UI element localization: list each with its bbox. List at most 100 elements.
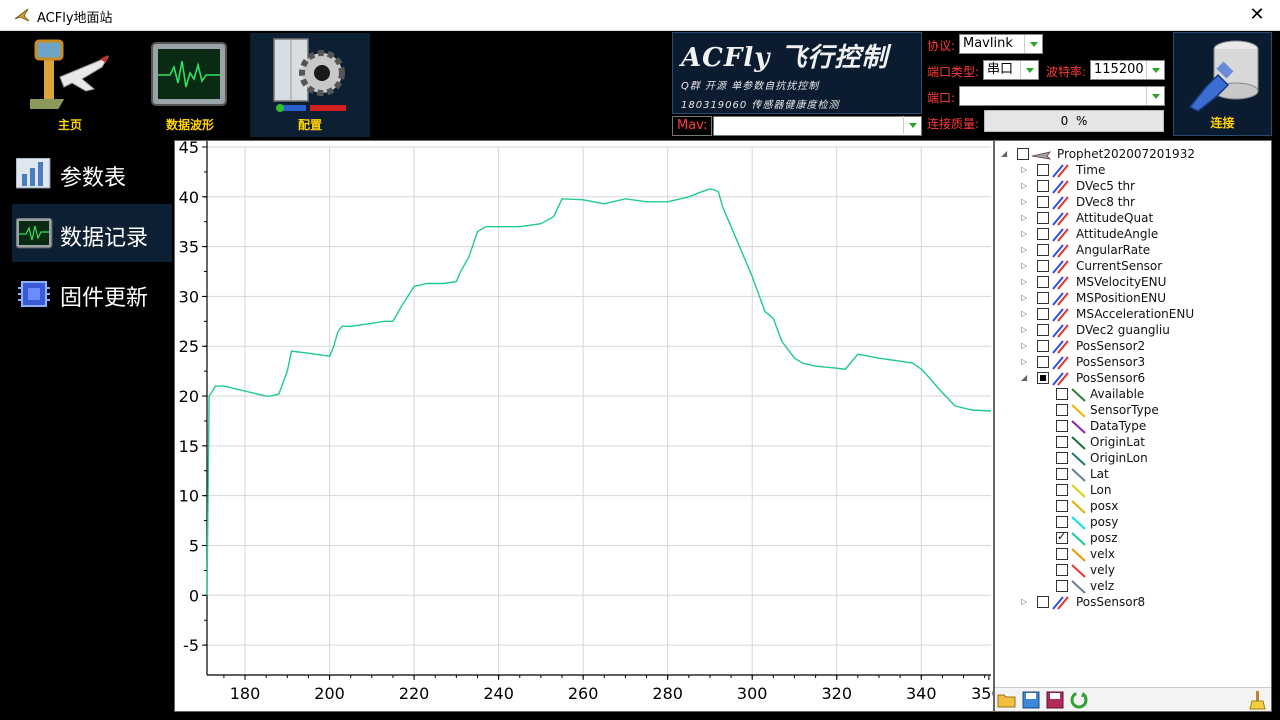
port-type-select[interactable]: 串口 (983, 60, 1039, 80)
tree-channel[interactable]: SensorType (995, 403, 1265, 419)
connect-button[interactable]: 连接 (1173, 32, 1272, 136)
tree-checkbox[interactable] (1017, 148, 1029, 160)
tree-checkbox[interactable] (1037, 260, 1049, 272)
tree-group[interactable]: ▷ PosSensor8 (995, 595, 1265, 611)
tree-group[interactable]: ▷ MSVelocityENU (995, 275, 1265, 291)
tree-channel[interactable]: posy (995, 515, 1265, 531)
tree-checkbox[interactable] (1037, 228, 1049, 240)
tree-checkbox[interactable] (1056, 404, 1068, 416)
tree-checkbox[interactable] (1037, 164, 1049, 176)
tree-checkbox[interactable] (1056, 436, 1068, 448)
tree-group[interactable]: ▷ Time (995, 163, 1265, 179)
expand-arrow-icon[interactable]: ▷ (1021, 310, 1029, 318)
tree-channel[interactable]: posz (995, 530, 1265, 547)
channel-group-icon (1052, 244, 1069, 258)
nav-waveform-button[interactable]: 数据波形 (130, 33, 250, 137)
expand-arrow-icon[interactable]: ▷ (1021, 166, 1029, 174)
tree-channel[interactable]: Available (995, 387, 1265, 403)
tree-group[interactable]: ▷ DVec2 guangliu (995, 323, 1265, 339)
tree-checkbox[interactable] (1037, 180, 1049, 192)
tree-group[interactable]: ▷ MSPositionENU (995, 291, 1265, 307)
chart-panel[interactable]: 45 40 35 30 25 20 15 10 5 0 -5 180 200 220 240 260 280 30… (174, 138, 1007, 712)
refresh-icon[interactable] (1069, 690, 1089, 710)
expand-arrow-icon[interactable]: ▷ (1021, 214, 1029, 222)
tree-checkbox[interactable] (1037, 356, 1049, 368)
param-table-icon (16, 158, 51, 189)
tree-checkbox[interactable] (1056, 420, 1068, 432)
tree-group[interactable]: ▷ DVec8 thr (995, 195, 1265, 211)
tree-checkbox[interactable] (1056, 580, 1068, 592)
tree-checkbox[interactable] (1056, 500, 1068, 512)
sidebar-item-firmware[interactable]: 固件更新 (12, 264, 172, 322)
tree-checkbox[interactable] (1056, 452, 1068, 464)
expand-arrow-icon[interactable]: ▷ (1021, 278, 1029, 286)
save-as-icon[interactable] (1045, 690, 1065, 710)
tree-group[interactable]: ▷ MSAccelerationENU (995, 307, 1265, 323)
expand-arrow-icon[interactable]: ▷ (1021, 326, 1029, 334)
window-title: ACFly地面站 (37, 11, 113, 26)
tree-checkbox[interactable] (1056, 516, 1068, 528)
tree-checkbox[interactable] (1056, 468, 1068, 480)
y-tick-label: 35 (179, 238, 199, 257)
expand-arrow-icon[interactable]: ▷ (1021, 198, 1029, 206)
tree-channel[interactable]: DataType (995, 419, 1265, 435)
expand-arrow-icon[interactable]: ▷ (1021, 230, 1029, 238)
sidebar-item-param-table[interactable]: 参数表 (12, 144, 172, 202)
tree-channel[interactable]: OriginLat (995, 435, 1265, 451)
protocol-select[interactable]: Mavlink (959, 34, 1043, 54)
expand-arrow-icon[interactable]: ▷ (1021, 342, 1029, 350)
port-select[interactable] (959, 86, 1165, 106)
gear-config-icon (273, 38, 346, 112)
tree-root[interactable]: ◢ Prophet202007201932 (995, 147, 1265, 163)
tree-checkbox[interactable] (1037, 244, 1049, 256)
expand-arrow-icon[interactable]: ▷ (1021, 294, 1029, 302)
collapse-arrow-icon[interactable]: ◢ (1001, 150, 1009, 158)
tree-group[interactable]: ▷ AttitudeQuat (995, 211, 1265, 227)
tree-group[interactable]: ▷ PosSensor2 (995, 339, 1265, 355)
expand-arrow-icon[interactable]: ▷ (1021, 246, 1029, 254)
tree-channel[interactable]: Lon (995, 483, 1265, 499)
tree-checkbox[interactable] (1056, 484, 1068, 496)
tree-channel[interactable]: posx (995, 499, 1265, 515)
collapse-arrow-icon[interactable]: ◢ (1021, 374, 1029, 382)
tree-checkbox[interactable] (1037, 308, 1049, 320)
baud-select[interactable]: 115200 (1090, 60, 1165, 80)
tree-group[interactable]: ▷ AngularRate (995, 243, 1265, 259)
tree-checkbox[interactable] (1056, 388, 1068, 400)
sidebar-item-data-log[interactable]: 数据记录 (12, 204, 172, 262)
tree-checkbox[interactable] (1056, 548, 1068, 560)
expand-arrow-icon[interactable]: ▷ (1021, 358, 1029, 366)
expand-arrow-icon[interactable]: ▷ (1021, 598, 1029, 606)
expand-arrow-icon[interactable]: ▷ (1021, 262, 1029, 270)
tree-checkbox[interactable] (1037, 340, 1049, 352)
close-button[interactable]: ✕ (1234, 0, 1280, 31)
nav-home-button[interactable]: 主页 (10, 33, 130, 137)
nav-config-button[interactable]: 配置 (250, 33, 370, 137)
expand-arrow-icon[interactable]: ▷ (1021, 182, 1029, 190)
tree-checkbox[interactable] (1037, 596, 1049, 608)
tree-group-expanded[interactable]: ◢ PosSensor6 (995, 371, 1265, 387)
tree-checkbox[interactable] (1037, 212, 1049, 224)
tree-group[interactable]: ▷ DVec5 thr (995, 179, 1265, 195)
tree-checkbox[interactable] (1056, 564, 1068, 576)
tree-channel[interactable]: velx (995, 547, 1265, 563)
tree-channel[interactable]: OriginLon (995, 451, 1265, 467)
save-icon[interactable] (1021, 690, 1041, 710)
posz-line-chart[interactable]: 45 40 35 30 25 20 15 10 5 0 -5 180 200 220 240 260 280 30… (175, 138, 1007, 711)
tree-channel[interactable]: velz (995, 579, 1265, 595)
clear-brush-icon[interactable] (1247, 690, 1267, 710)
tree-checkbox[interactable] (1037, 292, 1049, 304)
tree-group[interactable]: ▷ CurrentSensor (995, 259, 1265, 275)
tree-checkbox[interactable] (1037, 196, 1049, 208)
tree-channel[interactable]: vely (995, 563, 1265, 579)
chevron-down-icon (1146, 61, 1164, 79)
tree-channel[interactable]: Lat (995, 467, 1265, 483)
tree-checkbox[interactable] (1056, 530, 1068, 544)
tree-group[interactable]: ▷ PosSensor3 (995, 355, 1265, 371)
open-folder-icon[interactable] (997, 690, 1017, 710)
mav-select[interactable] (713, 116, 922, 136)
tree-checkbox[interactable] (1037, 372, 1049, 384)
tree-checkbox[interactable] (1037, 276, 1049, 288)
tree-group[interactable]: ▷ AttitudeAngle (995, 227, 1265, 243)
tree-checkbox[interactable] (1037, 324, 1049, 336)
